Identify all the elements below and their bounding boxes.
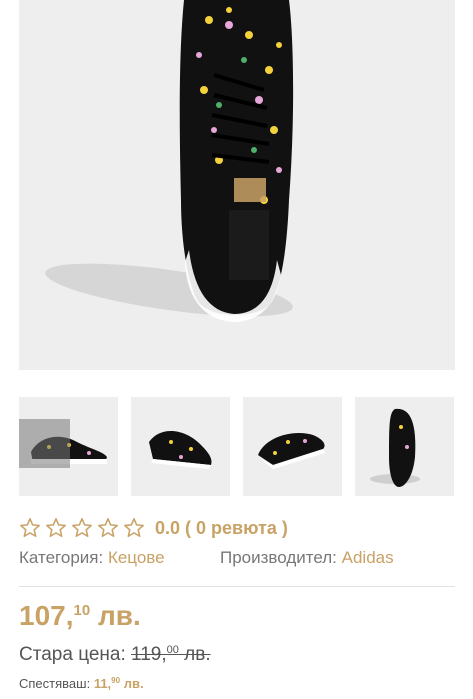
sneaker-top-thumb — [370, 408, 420, 487]
old-price-value: 119,00 лв. — [131, 644, 211, 665]
price-main: 107, — [19, 600, 74, 631]
old-price: Стара цена: 119,00 лв. — [19, 644, 211, 670]
savings-currency: лв. — [123, 676, 144, 691]
old-price-currency: лв. — [184, 644, 211, 665]
category-link[interactable]: Кецове — [108, 548, 165, 567]
star-outline-icon — [72, 518, 92, 538]
star-outline-icon — [124, 518, 144, 538]
main-product-image[interactable] — [19, 0, 455, 370]
current-price: 107,10 лв. — [19, 600, 141, 636]
thumbnail-carousel — [19, 397, 473, 496]
divider — [19, 586, 455, 587]
rating[interactable]: 0.0 ( 0 ревюта ) — [19, 515, 288, 541]
old-price-main: 119, — [131, 644, 167, 665]
old-price-cents: 00 — [166, 644, 179, 656]
category: Категория: Кецове — [19, 548, 165, 568]
sneaker-angle-thumb — [258, 433, 325, 469]
sneaker-angle-thumb — [149, 430, 212, 469]
carousel-prev-button[interactable] — [19, 419, 70, 468]
sneaker-top-view-illustration — [45, 0, 294, 322]
price-currency: лв. — [97, 600, 141, 631]
star-outline-icon — [46, 518, 66, 538]
savings-main: 11, — [93, 676, 112, 691]
price-cents: 10 — [73, 602, 91, 619]
star-outline-icon — [20, 518, 40, 538]
thumbnail-4[interactable] — [355, 397, 454, 496]
old-price-label: Стара цена: — [19, 644, 126, 665]
product-meta: Категория: Кецове Производител: Adidas — [19, 548, 455, 572]
thumbnail-1[interactable] — [19, 397, 118, 496]
savings-cents: 90 — [111, 676, 121, 685]
savings: Спестяваш: 11,90 лв. — [19, 676, 144, 696]
manufacturer-label: Производител: — [220, 548, 337, 567]
star-outline-icon — [98, 518, 118, 538]
thumbnail-2[interactable] — [131, 397, 230, 496]
manufacturer-link[interactable]: Adidas — [342, 548, 394, 567]
category-label: Категория: — [19, 548, 104, 567]
manufacturer: Производител: Adidas — [220, 548, 394, 568]
savings-value: 11,90 лв. — [94, 676, 144, 691]
savings-label: Спестяваш: — [19, 676, 91, 691]
thumbnail-3[interactable] — [243, 397, 342, 496]
rating-summary[interactable]: 0.0 ( 0 ревюта ) — [155, 518, 288, 539]
